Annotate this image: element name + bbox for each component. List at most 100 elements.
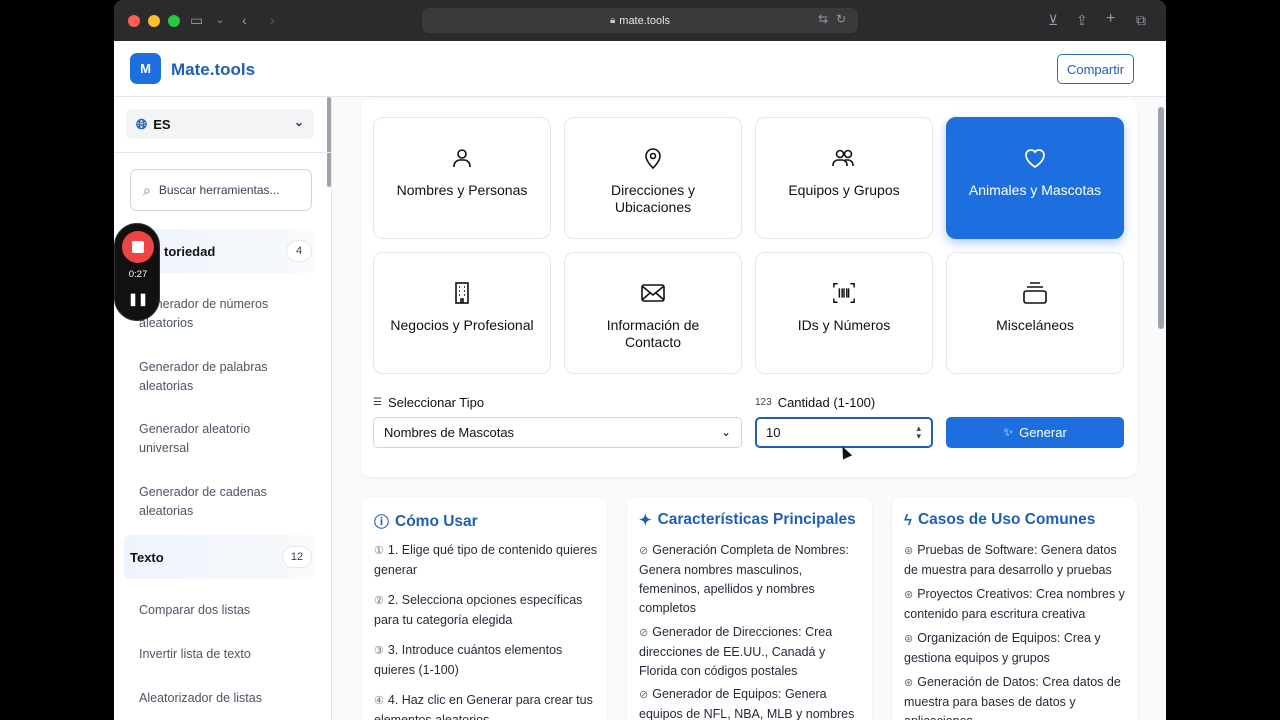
category-card-label: Equipos y Grupos [788,182,900,198]
close-window-button[interactable] [128,14,140,27]
screen-recorder-widget: 0:27 ❚❚ [114,223,160,321]
heart-icon [1025,149,1045,169]
type-select[interactable]: Nombres de Mascotas ⌄ [373,417,742,448]
feature-text: Generación Completa de Nombres: Genera n… [639,543,849,615]
quantity-input[interactable]: 10 ▴ ▾ [755,417,933,448]
barcode-icon [833,283,855,303]
brand-name[interactable]: Mate.tools [171,60,255,80]
building-icon [455,282,469,304]
category-texto[interactable]: Texto 12 [124,535,314,579]
browser-toolbar: ▭ ⌄ ‹ › ☰ 🔒︎ mate.tools ⇆ ↻ ⊻ ⇪ + ⧉ [114,0,1166,41]
chevron-down-icon: ⌄ [293,115,304,129]
how-to-step: ④ 4. Haz clic en Generar para crear tus e… [374,691,599,720]
back-arrow-icon[interactable]: ‹ [242,12,247,28]
how-to-title: ⓘ Cómo Usar [374,511,478,532]
stop-recording-button[interactable] [122,231,154,263]
how-to-title-text: Cómo Usar [395,512,478,530]
category-card-label: Misceláneos [996,317,1074,333]
sparkles-icon: ✦ [639,512,652,529]
step-number-icon: ④ [374,695,384,707]
language-selector[interactable]: 🌐︎ ES ⌄ [126,109,314,139]
reload-icon[interactable]: ↻ [836,12,846,26]
stepper-icon[interactable]: ▴ ▾ [916,424,921,441]
arrow-circle-icon: ⊛ [904,633,914,645]
use-case-text: Pruebas de Software: Genera datos de mue… [904,543,1117,577]
sidebar-toggle-icon[interactable]: ▭ [190,12,203,29]
magic-wand-icon: ✨︎ [1003,425,1014,439]
category-card-animals[interactable]: Animales y Mascotas [946,117,1124,239]
use-case-item: ⊛ Pruebas de Software: Genera datos de mu… [904,541,1129,580]
logo[interactable]: M [130,53,161,84]
type-label-text: Seleccionar Tipo [387,395,485,410]
translate-icon[interactable]: ⇆ [818,12,828,26]
features-title-text: Características Principales [657,511,856,528]
category-card-label: Información de Contacto [606,317,700,350]
window-controls [128,14,180,27]
lightning-icon: ϟ [904,511,912,529]
sidebar-item-random-numbers[interactable]: Generador de números aleatorios [139,295,289,333]
features-card: ✦ Características Principales ⊘ Generación… [627,497,872,720]
generate-button[interactable]: ✨︎ Generar [946,417,1124,448]
new-tab-icon[interactable]: + [1106,10,1115,28]
app-header: M Mate.tools Compartir [114,41,1166,97]
sidebar: 🌐︎ ES ⌄ ⌕ Buscar herramientas... torieda… [114,97,332,720]
features-title: ✦ Características Principales [639,511,856,529]
check-circle-icon: ⊘ [639,689,649,701]
category-card-label: Direcciones y Ubicaciones [610,182,696,215]
sidebar-item-compare-lists[interactable]: Comparar dos listas [139,601,289,620]
globe-icon: 🌐︎ [136,115,148,132]
step-number-icon: ① [374,545,384,557]
sidebar-item-list-randomizer[interactable]: Aleatorizador de listas [139,689,289,708]
check-circle-icon: ⊘ [639,545,649,557]
category-card-business[interactable]: Negocios y Profesional [373,252,551,374]
sidebar-item-random-strings[interactable]: Generador de cadenas aleatorias [139,483,289,521]
category-card-label: IDs y Números [797,317,891,333]
use-cases-card: ϟ Casos de Uso Comunes ⊛ Pruebas de Softwa… [892,497,1137,720]
forward-arrow-icon[interactable]: › [270,12,275,28]
category-card-misc[interactable]: Misceláneos [946,252,1124,374]
share-button[interactable]: Compartir [1057,54,1134,84]
map-pin-icon [645,148,661,170]
arrow-circle-icon: ⊛ [904,589,914,601]
generator-panel: Nombres y Personas Direcciones y Ubicaci… [361,99,1137,477]
arrow-circle-icon: ⊛ [904,545,914,557]
category-card-addresses[interactable]: Direcciones y Ubicaciones [564,117,742,239]
category-card-contact[interactable]: Información de Contacto [564,252,742,374]
category-card-names[interactable]: Nombres y Personas [373,117,551,239]
category-label: toriedad [164,243,216,259]
use-case-item: ⊛ Proyectos Creativos: Crea nombres y con… [904,585,1129,624]
category-card-ids[interactable]: IDs y Números [755,252,933,374]
feature-item: ⊘ Generador de Equipos: Genera equipos de… [639,685,864,720]
tabs-overview-icon[interactable]: ⧉ [1136,12,1146,29]
feature-item: ⊘ Generación Completa de Nombres: Genera … [639,541,864,618]
stop-icon [132,241,144,253]
use-case-text: Proyectos Creativos: Crea nombres y cont… [904,587,1125,621]
chevron-down-icon[interactable]: ⌄ [216,15,224,26]
feature-item: ⊘ Generador de Direcciones: Crea direccio… [639,623,864,681]
divider [114,152,331,153]
how-to-step: ① 1. Elige qué tipo de contenido quieres … [374,541,599,580]
sidebar-scrollbar[interactable] [327,97,331,187]
type-field-label: ☰ Seleccionar Tipo [373,395,484,410]
stack-icon [1023,282,1047,304]
search-placeholder: Buscar herramientas... [158,183,280,197]
sidebar-item-reverse-list[interactable]: Invertir lista de texto [139,645,289,664]
pause-icon[interactable]: ❚❚ [115,292,161,306]
address-bar[interactable]: 🔒︎ mate.tools [422,8,858,33]
main-scrollbar[interactable] [1158,107,1164,329]
sidebar-item-random-words[interactable]: Generador de palabras aleatorias [139,358,289,396]
category-card-label: Negocios y Profesional [390,317,534,333]
search-input[interactable]: ⌕ Buscar herramientas... [130,169,312,211]
category-count: 4 [286,240,312,262]
step-text: 2. Selecciona opciones específicas para … [374,593,583,627]
arrow-circle-icon: ⊛ [904,677,914,689]
minimize-window-button[interactable] [148,14,160,27]
download-icon[interactable]: ⊻ [1048,12,1058,29]
step-text: 1. Elige qué tipo de contenido quieres g… [374,543,598,577]
share-icon[interactable]: ⇪ [1076,12,1088,29]
maximize-window-button[interactable] [168,14,180,27]
sidebar-item-universal-random[interactable]: Generador aleatorio universal [139,420,289,458]
category-card-teams[interactable]: Equipos y Grupos [755,117,933,239]
users-icon [832,149,854,166]
language-label: ES [153,116,171,132]
